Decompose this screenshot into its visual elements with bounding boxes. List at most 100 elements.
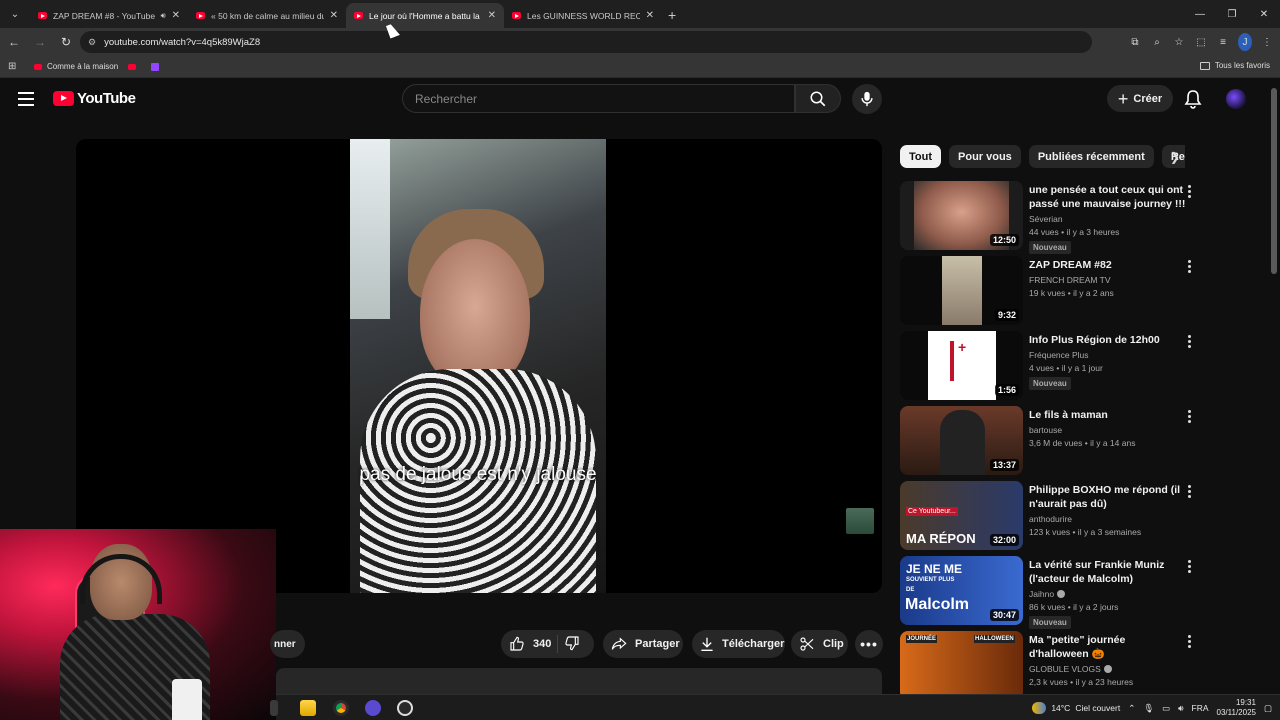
bookmark-item[interactable] [151, 62, 160, 71]
file-explorer-icon[interactable] [300, 700, 316, 716]
search-input[interactable]: Rechercher [402, 84, 795, 113]
video-title[interactable]: La vérité sur Frankie Muniz (l'acteur de… [1029, 558, 1187, 586]
more-actions-button[interactable]: ••• [855, 630, 883, 658]
chip-for-you[interactable]: Pour vous [949, 145, 1021, 168]
video-thumbnail[interactable]: 13:37 [900, 406, 1023, 475]
new-tab-icon[interactable]: + [668, 7, 676, 23]
tab-close-icon[interactable]: ✕ [646, 10, 654, 21]
more-vertical-icon[interactable] [1186, 260, 1192, 273]
browser-tab[interactable]: Les GUINNESS WORLD RECORD ✕ [504, 3, 662, 28]
tray-expand-icon[interactable]: ⌃ [1128, 703, 1135, 714]
more-vertical-icon[interactable] [1186, 560, 1192, 573]
profile-avatar[interactable]: J [1238, 33, 1252, 51]
video-title[interactable]: une pensée a tout ceux qui ont passé une… [1029, 183, 1187, 211]
video-title[interactable]: Le fils à maman [1029, 408, 1187, 422]
channel-name[interactable]: Fréquence Plus [1029, 350, 1187, 360]
share-button[interactable]: Partager [603, 630, 683, 658]
more-vertical-icon[interactable] [1186, 410, 1192, 423]
channel-name[interactable]: bartouse [1029, 425, 1187, 435]
bookmark-star-icon[interactable]: ☆ [1172, 33, 1186, 51]
obs-icon[interactable] [397, 700, 413, 716]
channel-name-row[interactable]: Jaihno [1029, 589, 1187, 599]
chrome-menu-icon[interactable]: ⋮ [1260, 33, 1274, 51]
extensions-icon[interactable]: ⬚ [1194, 33, 1208, 51]
recommendation-item[interactable]: + 1:56 Info Plus Région de 12h00 Fréquen… [900, 331, 1200, 406]
apps-grid-icon[interactable]: ⊞ [8, 61, 20, 72]
like-button[interactable] [509, 636, 525, 652]
account-avatar[interactable] [1226, 89, 1246, 109]
scrollbar-thumb[interactable] [1271, 88, 1277, 274]
reload-icon[interactable]: ↻ [54, 35, 78, 49]
restore-icon[interactable]: ❐ [1216, 0, 1248, 28]
channel-name[interactable]: anthodurire [1029, 514, 1187, 524]
menu-icon[interactable] [18, 92, 34, 106]
voice-search-button[interactable] [852, 84, 882, 114]
video-thumbnail[interactable]: 12:50 [900, 181, 1023, 250]
youtube-logo[interactable]: YouTube [53, 90, 136, 107]
video-title[interactable]: Info Plus Région de 12h00 [1029, 333, 1187, 347]
bookmark-item[interactable]: Comme à la maison [34, 62, 118, 71]
recommendation-item[interactable]: Ce Youtubeur... MA RÉPON 32:00 Philippe … [900, 481, 1200, 556]
create-button[interactable]: + Créer [1107, 85, 1173, 112]
video-title[interactable]: ZAP DREAM #82 [1029, 258, 1187, 272]
tab-close-icon[interactable]: ✕ [172, 10, 180, 21]
streaming-app-icon[interactable] [365, 700, 381, 716]
more-vertical-icon[interactable] [1186, 185, 1192, 198]
browser-tab-active[interactable]: Le jour où l'Homme a battu la ✕ [346, 3, 504, 28]
volume-icon[interactable]: 🔊︎ [1178, 703, 1183, 714]
recommendation-item[interactable]: JE NE ME SOUVIENT PLUS DE Malcolm 30:47 … [900, 556, 1200, 631]
download-button[interactable]: Télécharger [692, 630, 785, 658]
video-thumbnail[interactable]: JOURNÉE HALLOWEEN [900, 631, 1023, 700]
speaker-icon[interactable]: 🔊︎ [161, 11, 166, 21]
taskbar-app-icon[interactable] [270, 700, 278, 716]
chrome-icon[interactable] [333, 700, 349, 716]
more-vertical-icon[interactable] [1186, 335, 1192, 348]
site-info-icon[interactable]: ⚙ [88, 37, 96, 48]
chip-recently-uploaded[interactable]: Publiées récemment [1028, 145, 1154, 168]
address-bar[interactable]: ⚙ youtube.com/watch?v=4q5k89WjaZ8 [80, 31, 1092, 53]
channel-name[interactable]: Séverian [1029, 214, 1187, 224]
subscribe-button[interactable]: nner [270, 630, 305, 658]
chip-all[interactable]: Tout [900, 145, 942, 168]
search-button[interactable] [795, 84, 841, 113]
back-icon[interactable]: ← [2, 35, 26, 49]
page-scrollbar[interactable] [1271, 88, 1277, 688]
tab-close-icon[interactable]: ✕ [488, 10, 496, 21]
description-box[interactable] [276, 668, 882, 694]
browser-tab[interactable]: ZAP DREAM #8 - YouTube 🔊︎ ✕ [30, 3, 188, 28]
channel-name-row[interactable]: GLOBULE VLOGS [1029, 664, 1187, 674]
browser-tab[interactable]: « 50 km de calme au milieu du ✕ [188, 3, 346, 28]
window-close-icon[interactable]: ✕ [1248, 0, 1280, 28]
chevron-right-icon[interactable]: ❯ [1170, 150, 1180, 164]
bookmark-item[interactable] [128, 63, 141, 70]
forward-icon[interactable]: → [28, 35, 52, 49]
clip-button[interactable]: Clip [791, 630, 848, 658]
video-thumbnail[interactable]: Ce Youtubeur... MA RÉPON 32:00 [900, 481, 1023, 550]
minimize-icon[interactable]: — [1184, 0, 1216, 28]
media-control-icon[interactable]: ≡ [1216, 33, 1230, 51]
microphone-tray-icon[interactable]: 🎙︎ [1143, 703, 1154, 714]
language-indicator[interactable]: FRA [1192, 703, 1209, 713]
recommendation-item[interactable]: 13:37 Le fils à maman bartouse 3,6 M de … [900, 406, 1200, 481]
channel-watermark[interactable] [846, 508, 874, 534]
recommendation-item[interactable]: 12:50 une pensée a tout ceux qui ont pas… [900, 181, 1200, 256]
tab-search-icon[interactable]: ⌄ [4, 4, 26, 24]
video-thumbnail[interactable]: JE NE ME SOUVIENT PLUS DE Malcolm 30:47 [900, 556, 1023, 625]
channel-name[interactable]: FRENCH DREAM TV [1029, 275, 1187, 285]
clock[interactable]: 19:31 03/11/2025 [1217, 698, 1256, 718]
network-icon[interactable]: ▭ [1162, 703, 1170, 714]
more-vertical-icon[interactable] [1186, 635, 1192, 648]
recommendation-item[interactable]: 9:32 ZAP DREAM #82 FRENCH DREAM TV 19 k … [900, 256, 1200, 331]
zoom-icon[interactable]: ⌕ [1150, 33, 1164, 51]
video-player[interactable]: pas de jalous est n'y jalouse [76, 139, 882, 593]
all-favorites[interactable]: Tous les favoris [1199, 61, 1270, 70]
dislike-button[interactable] [564, 635, 580, 654]
notifications-icon[interactable]: ▢ [1264, 703, 1272, 714]
tab-close-icon[interactable]: ✕ [330, 10, 338, 21]
video-title[interactable]: Philippe BOXHO me répond (il n'aurait pa… [1029, 483, 1187, 511]
notifications-bell-icon[interactable] [1184, 89, 1202, 109]
video-title[interactable]: Ma "petite" journée d'halloween 🎃 [1029, 633, 1187, 661]
video-thumbnail[interactable]: 9:32 [900, 256, 1023, 325]
weather-widget[interactable]: 14°C Ciel couvert [1032, 702, 1120, 714]
more-vertical-icon[interactable] [1186, 485, 1192, 498]
